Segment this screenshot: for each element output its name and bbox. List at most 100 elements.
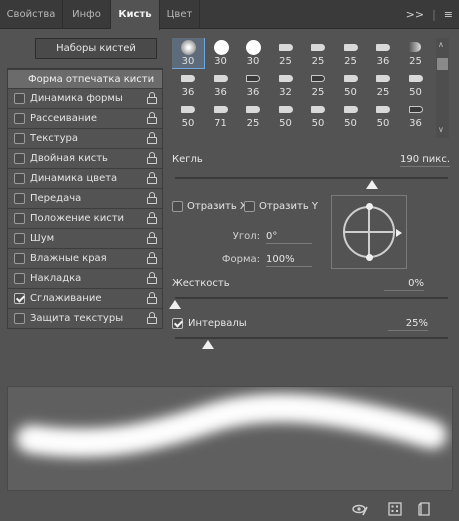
scroll-down-icon[interactable]: ∨ bbox=[438, 125, 444, 134]
option-checkbox[interactable] bbox=[14, 253, 25, 264]
scroll-up-icon[interactable]: ∧ bbox=[438, 40, 444, 49]
tab-properties[interactable]: Свойства bbox=[0, 0, 63, 29]
brush-option-item[interactable]: Шум bbox=[7, 229, 163, 249]
brush-tip-cell[interactable]: 25 bbox=[400, 38, 432, 68]
brush-tip-cell[interactable]: 50 bbox=[367, 100, 399, 130]
brush-tip-cell[interactable]: 50 bbox=[302, 100, 334, 130]
spacing-checkbox[interactable] bbox=[172, 318, 183, 329]
brush-option-item[interactable]: Влажные края bbox=[7, 249, 163, 269]
flip-x-checkbox[interactable]: Отразить X bbox=[172, 201, 247, 212]
brush-tip-cell[interactable]: 36 bbox=[205, 69, 237, 99]
brush-tip-cell[interactable]: 50 bbox=[335, 69, 367, 99]
flip-x-box[interactable] bbox=[172, 201, 183, 212]
option-checkbox[interactable] bbox=[14, 213, 25, 224]
brush-tip-cell[interactable]: 36 bbox=[172, 69, 204, 99]
brush-presets-button[interactable]: Наборы кистей bbox=[35, 38, 157, 59]
tab-info[interactable]: Инфо bbox=[63, 0, 111, 29]
roundness-handle-bottom[interactable] bbox=[366, 254, 373, 261]
size-value-field[interactable]: 190 пикс. bbox=[400, 154, 451, 167]
lock-icon[interactable] bbox=[147, 232, 157, 244]
brush-tip-cell[interactable]: 25 bbox=[302, 69, 334, 99]
hardness-slider-thumb[interactable] bbox=[169, 300, 181, 309]
brush-option-item[interactable]: Текстура bbox=[7, 129, 163, 149]
brush-tip-shape-item[interactable]: Форма отпечатка кисти bbox=[7, 69, 163, 89]
lock-icon[interactable] bbox=[147, 112, 157, 124]
lock-icon[interactable] bbox=[147, 272, 157, 284]
eye-brush-icon[interactable] bbox=[352, 501, 368, 517]
brush-tip-cell[interactable]: 30 bbox=[205, 38, 237, 68]
brush-option-item[interactable]: Рассеивание bbox=[7, 109, 163, 129]
brush-option-item[interactable]: Двойная кисть bbox=[7, 149, 163, 169]
brush-tip-cell[interactable]: 50 bbox=[270, 100, 302, 130]
spacing-slider-thumb[interactable] bbox=[201, 340, 214, 349]
brush-option-item[interactable]: Динамика формы bbox=[7, 89, 163, 109]
grid-icon[interactable] bbox=[387, 501, 403, 517]
option-checkbox[interactable] bbox=[14, 93, 25, 104]
brush-tip-cell[interactable]: 25 bbox=[367, 69, 399, 99]
lock-icon[interactable] bbox=[147, 152, 157, 164]
brush-option-item[interactable]: Положение кисти bbox=[7, 209, 163, 229]
roundness-handle-top[interactable] bbox=[366, 203, 373, 210]
option-checkbox[interactable] bbox=[14, 233, 25, 244]
spacing-value-field[interactable]: 25% bbox=[388, 318, 428, 331]
brush-option-item[interactable]: Защита текстуры bbox=[7, 309, 163, 329]
flip-y-checkbox[interactable]: Отразить Y bbox=[244, 201, 318, 212]
lock-icon[interactable] bbox=[147, 172, 157, 184]
roundness-field[interactable]: 100% bbox=[266, 254, 312, 267]
option-checkbox[interactable] bbox=[14, 173, 25, 184]
brush-tip-cell[interactable]: 36 bbox=[367, 38, 399, 68]
brush-tip-cell[interactable]: 71 bbox=[205, 100, 237, 130]
brush-tip-cell[interactable]: 36 bbox=[237, 69, 269, 99]
brush-tip-cell[interactable]: 32 bbox=[270, 69, 302, 99]
brush-option-item[interactable]: Динамика цвета bbox=[7, 169, 163, 189]
lock-icon[interactable] bbox=[147, 252, 157, 264]
scroll-thumb[interactable] bbox=[437, 58, 448, 70]
brush-tip-shape-label: Форма отпечатка кисти bbox=[28, 74, 155, 85]
option-checkbox[interactable] bbox=[14, 273, 25, 284]
brush-tip-cell[interactable]: 50 bbox=[400, 69, 432, 99]
brush-tip-icon bbox=[243, 40, 263, 56]
brush-tip-icon bbox=[373, 102, 393, 118]
brush-option-item[interactable]: Накладка bbox=[7, 269, 163, 289]
brush-tip-cell[interactable]: 50 bbox=[172, 100, 204, 130]
angle-arrow-icon[interactable] bbox=[396, 229, 402, 237]
brush-tip-cell[interactable]: 30 bbox=[237, 38, 269, 68]
lock-icon[interactable] bbox=[147, 212, 157, 224]
hardness-value-field[interactable]: 0% bbox=[384, 278, 424, 291]
brush-tip-cell[interactable]: 25 bbox=[302, 38, 334, 68]
flip-y-box[interactable] bbox=[244, 201, 255, 212]
option-checkbox[interactable] bbox=[14, 153, 25, 164]
brush-tip-icon bbox=[243, 71, 263, 87]
tab-brush[interactable]: Кисть bbox=[111, 0, 160, 30]
brush-tip-cell[interactable]: 25 bbox=[237, 100, 269, 130]
panel-menu-icon[interactable]: ≡ bbox=[444, 8, 453, 21]
lock-icon[interactable] bbox=[147, 192, 157, 204]
lock-icon[interactable] bbox=[147, 132, 157, 144]
option-checkbox[interactable] bbox=[14, 293, 25, 304]
brush-option-item[interactable]: Сглаживание bbox=[7, 289, 163, 309]
option-checkbox[interactable] bbox=[14, 193, 25, 204]
hardness-slider-track[interactable] bbox=[175, 297, 448, 299]
brush-tip-cell[interactable]: 36 bbox=[400, 100, 432, 130]
option-label: Защита текстуры bbox=[30, 313, 124, 324]
size-slider-track[interactable] bbox=[175, 177, 448, 179]
lock-icon[interactable] bbox=[147, 92, 157, 104]
tab-color[interactable]: Цвет bbox=[160, 0, 200, 29]
lock-icon[interactable] bbox=[147, 292, 157, 304]
angle-field[interactable]: 0° bbox=[266, 231, 312, 244]
option-checkbox[interactable] bbox=[14, 133, 25, 144]
lock-icon[interactable] bbox=[147, 312, 157, 324]
brush-tip-cell[interactable]: 25 bbox=[270, 38, 302, 68]
brush-tip-cell[interactable]: 25 bbox=[335, 38, 367, 68]
brush-tip-cell[interactable]: 30 bbox=[172, 38, 205, 69]
spacing-slider-track[interactable] bbox=[175, 337, 448, 339]
size-slider-thumb[interactable] bbox=[365, 180, 378, 189]
brush-option-item[interactable]: Передача bbox=[7, 189, 163, 209]
collapse-panel-icon[interactable]: >> bbox=[406, 8, 424, 21]
brush-grid-scrollbar[interactable]: ∧ ∨ bbox=[436, 38, 449, 138]
option-checkbox[interactable] bbox=[14, 113, 25, 124]
new-preset-icon[interactable] bbox=[417, 501, 433, 517]
option-checkbox[interactable] bbox=[14, 313, 25, 324]
brush-tip-cell[interactable]: 50 bbox=[335, 100, 367, 130]
brush-tip-size: 50 bbox=[376, 118, 390, 129]
